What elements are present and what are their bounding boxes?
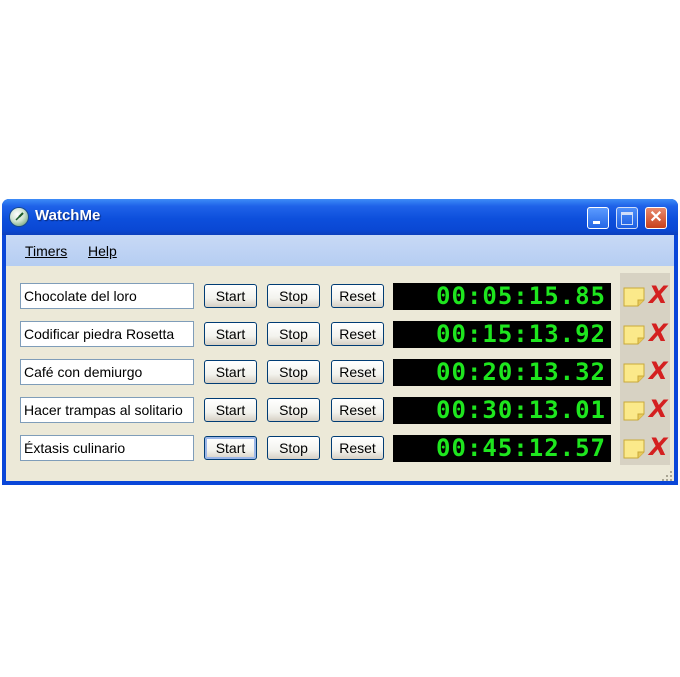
menu-timers-label: Timers [25,243,68,259]
menu-bar: Timers Help [6,235,674,266]
reset-button[interactable]: Reset [331,398,384,422]
stop-button[interactable]: Stop [267,284,320,308]
close-button[interactable]: ✕ [645,207,667,229]
delete-x-icon[interactable]: X [649,283,669,307]
window-title: WatchMe [35,207,101,224]
menu-help-label: Help [88,243,117,259]
stopwatch-icon [10,208,28,226]
timer-name-field[interactable]: Hacer trampas al solitario [20,397,194,423]
delete-x-icon[interactable]: X [649,359,669,383]
minimize-button[interactable] [587,207,609,229]
reset-button[interactable]: Reset [331,436,384,460]
start-button[interactable]: Start [204,322,257,346]
time-display: 00:45:12.57 [393,435,611,462]
start-button[interactable]: Start [204,436,257,460]
timer-row: Chocolate del loro Start Stop Reset 00:0… [6,283,674,310]
timer-list: Chocolate del loro Start Stop Reset 00:0… [6,266,674,481]
title-bar[interactable]: WatchMe ✕ [2,199,678,235]
delete-x-icon[interactable]: X [649,321,669,345]
stop-button[interactable]: Stop [267,398,320,422]
time-display: 00:30:13.01 [393,397,611,424]
time-display: 00:20:13.32 [393,359,611,386]
time-display: 00:15:13.92 [393,321,611,348]
timer-name-field[interactable]: Éxtasis culinario [20,435,194,461]
note-icon[interactable] [623,287,645,307]
reset-button[interactable]: Reset [331,284,384,308]
stop-button[interactable]: Stop [267,360,320,384]
timer-name-field[interactable]: Chocolate del loro [20,283,194,309]
stop-button[interactable]: Stop [267,436,320,460]
menu-help[interactable]: Help [88,243,117,259]
start-button[interactable]: Start [204,398,257,422]
note-icon[interactable] [623,325,645,345]
watchme-window: WatchMe ✕ Timers Help Chocolate del loro… [2,199,678,485]
start-button[interactable]: Start [204,360,257,384]
delete-x-icon[interactable]: X [649,435,669,459]
start-button[interactable]: Start [204,284,257,308]
note-icon[interactable] [623,439,645,459]
reset-button[interactable]: Reset [331,322,384,346]
close-icon: ✕ [649,209,663,226]
timer-name-field[interactable]: Codificar piedra Rosetta [20,321,194,347]
time-display: 00:05:15.85 [393,283,611,310]
delete-x-icon[interactable]: X [649,397,669,421]
timer-row: Éxtasis culinario Start Stop Reset 00:45… [6,435,674,462]
note-icon[interactable] [623,363,645,383]
stop-button[interactable]: Stop [267,322,320,346]
timer-row: Café con demiurgo Start Stop Reset 00:20… [6,359,674,386]
maximize-button[interactable] [616,207,638,229]
timer-row: Codificar piedra Rosetta Start Stop Rese… [6,321,674,348]
note-icon[interactable] [623,401,645,421]
resize-grip[interactable] [661,469,673,481]
timer-name-field[interactable]: Café con demiurgo [20,359,194,385]
menu-timers[interactable]: Timers [25,243,67,259]
reset-button[interactable]: Reset [331,360,384,384]
timer-row: Hacer trampas al solitario Start Stop Re… [6,397,674,424]
